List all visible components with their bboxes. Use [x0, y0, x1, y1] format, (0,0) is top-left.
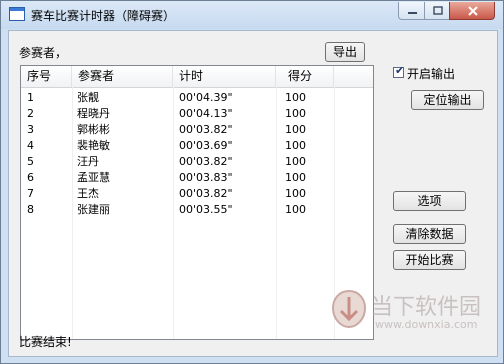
locate-output-button[interactable]: 定位输出	[411, 90, 484, 110]
table-row[interactable]: 6 孟亚慧 00'03.83" 100	[21, 170, 373, 186]
column-header-time[interactable]: 计时	[173, 66, 276, 87]
row-index-cell: 1	[27, 91, 34, 104]
row-participant-cell: 裴艳敏	[77, 139, 110, 152]
options-button[interactable]: 选项	[393, 191, 466, 211]
row-time-cell: 00'03.82"	[179, 155, 233, 168]
row-score-cell: 100	[285, 139, 306, 152]
row-score-cell: 100	[285, 155, 306, 168]
close-icon	[468, 6, 478, 16]
enable-output-checkbox[interactable]: ✔	[393, 64, 405, 78]
row-time-cell: 00'03.82"	[179, 187, 233, 200]
row-participant-cell: 张靓	[77, 91, 99, 104]
app-window: 赛车比赛计时器（障碍赛） 参赛者， 导出 序号 参赛者 计时 得分 1张靓0	[0, 0, 504, 364]
maximize-icon	[433, 6, 443, 15]
maximize-button[interactable]	[424, 2, 450, 20]
row-score-cell: 100	[285, 107, 306, 120]
watermark: 当下软件园 www.downxia.com	[331, 285, 503, 335]
clear-data-button[interactable]: 清除数据	[393, 224, 466, 244]
row-time-cell: 00'03.69"	[179, 139, 233, 152]
row-participant-cell: 汪丹	[77, 155, 99, 168]
downxia-logo-icon	[331, 289, 367, 329]
row-index-cell: 2	[27, 107, 34, 120]
start-race-button[interactable]: 开始比赛	[393, 250, 466, 270]
row-time-cell: 00'04.13"	[179, 107, 233, 120]
table-row[interactable]: 8 张建丽 00'03.55" 100	[21, 202, 373, 218]
results-table[interactable]: 序号 参赛者 计时 得分 1 张靓 00'04.39" 100 2 程晓丹 00'04.13…	[20, 65, 374, 340]
watermark-url: www.downxia.com	[375, 318, 478, 331]
row-index-cell: 4	[27, 139, 34, 152]
row-index-cell: 8	[27, 203, 34, 216]
row-participant-cell: 郭彬彬	[77, 123, 110, 136]
row-time-cell: 00'03.55"	[179, 203, 233, 216]
table-row[interactable]: 2 程晓丹 00'04.13" 100	[21, 106, 373, 122]
row-index-cell: 7	[27, 187, 34, 200]
row-score-cell: 100	[285, 203, 306, 216]
table-row[interactable]: 5 汪丹 00'03.82" 100	[21, 154, 373, 170]
row-index-cell: 6	[27, 171, 34, 184]
participants-label: 参赛者，	[19, 46, 68, 60]
column-header-filler	[334, 66, 373, 87]
minimize-button[interactable]	[398, 2, 425, 20]
title-bar: 赛车比赛计时器（障碍赛）	[1, 1, 503, 29]
row-time-cell: 00'04.39"	[179, 91, 233, 104]
column-header-participant[interactable]: 参赛者	[72, 66, 173, 87]
table-row[interactable]: 1 张靓 00'04.39" 100	[21, 90, 373, 106]
watermark-text: 当下软件园	[371, 295, 482, 320]
window-title: 赛车比赛计时器（障碍赛）	[31, 9, 176, 23]
row-score-cell: 100	[285, 171, 306, 184]
row-score-cell: 100	[285, 123, 306, 136]
row-participant-cell: 王杰	[77, 187, 99, 200]
column-header-index[interactable]: 序号	[21, 66, 72, 87]
checkmark-icon: ✔	[395, 64, 405, 77]
row-score-cell: 100	[285, 91, 306, 104]
table-row[interactable]: 3 郭彬彬 00'03.82" 100	[21, 122, 373, 138]
export-button[interactable]: 导出	[325, 42, 365, 62]
minimize-icon	[408, 12, 417, 14]
table-header: 序号 参赛者 计时 得分	[21, 66, 373, 88]
app-window-icon	[9, 7, 25, 21]
row-index-cell: 3	[27, 123, 34, 136]
row-index-cell: 5	[27, 155, 34, 168]
table-row[interactable]: 7 王杰 00'03.82" 100	[21, 186, 373, 202]
row-time-cell: 00'03.83"	[179, 171, 233, 184]
row-score-cell: 100	[285, 187, 306, 200]
close-button[interactable]	[449, 2, 495, 20]
table-row[interactable]: 4 裴艳敏 00'03.69" 100	[21, 138, 373, 154]
row-participant-cell: 程晓丹	[77, 107, 110, 120]
enable-output-label[interactable]: 开启输出	[407, 65, 455, 82]
column-header-score[interactable]: 得分	[276, 66, 334, 87]
row-participant-cell: 张建丽	[77, 203, 110, 216]
row-time-cell: 00'03.82"	[179, 123, 233, 136]
row-participant-cell: 孟亚慧	[77, 171, 110, 184]
status-text: 比赛结束!	[19, 335, 72, 349]
